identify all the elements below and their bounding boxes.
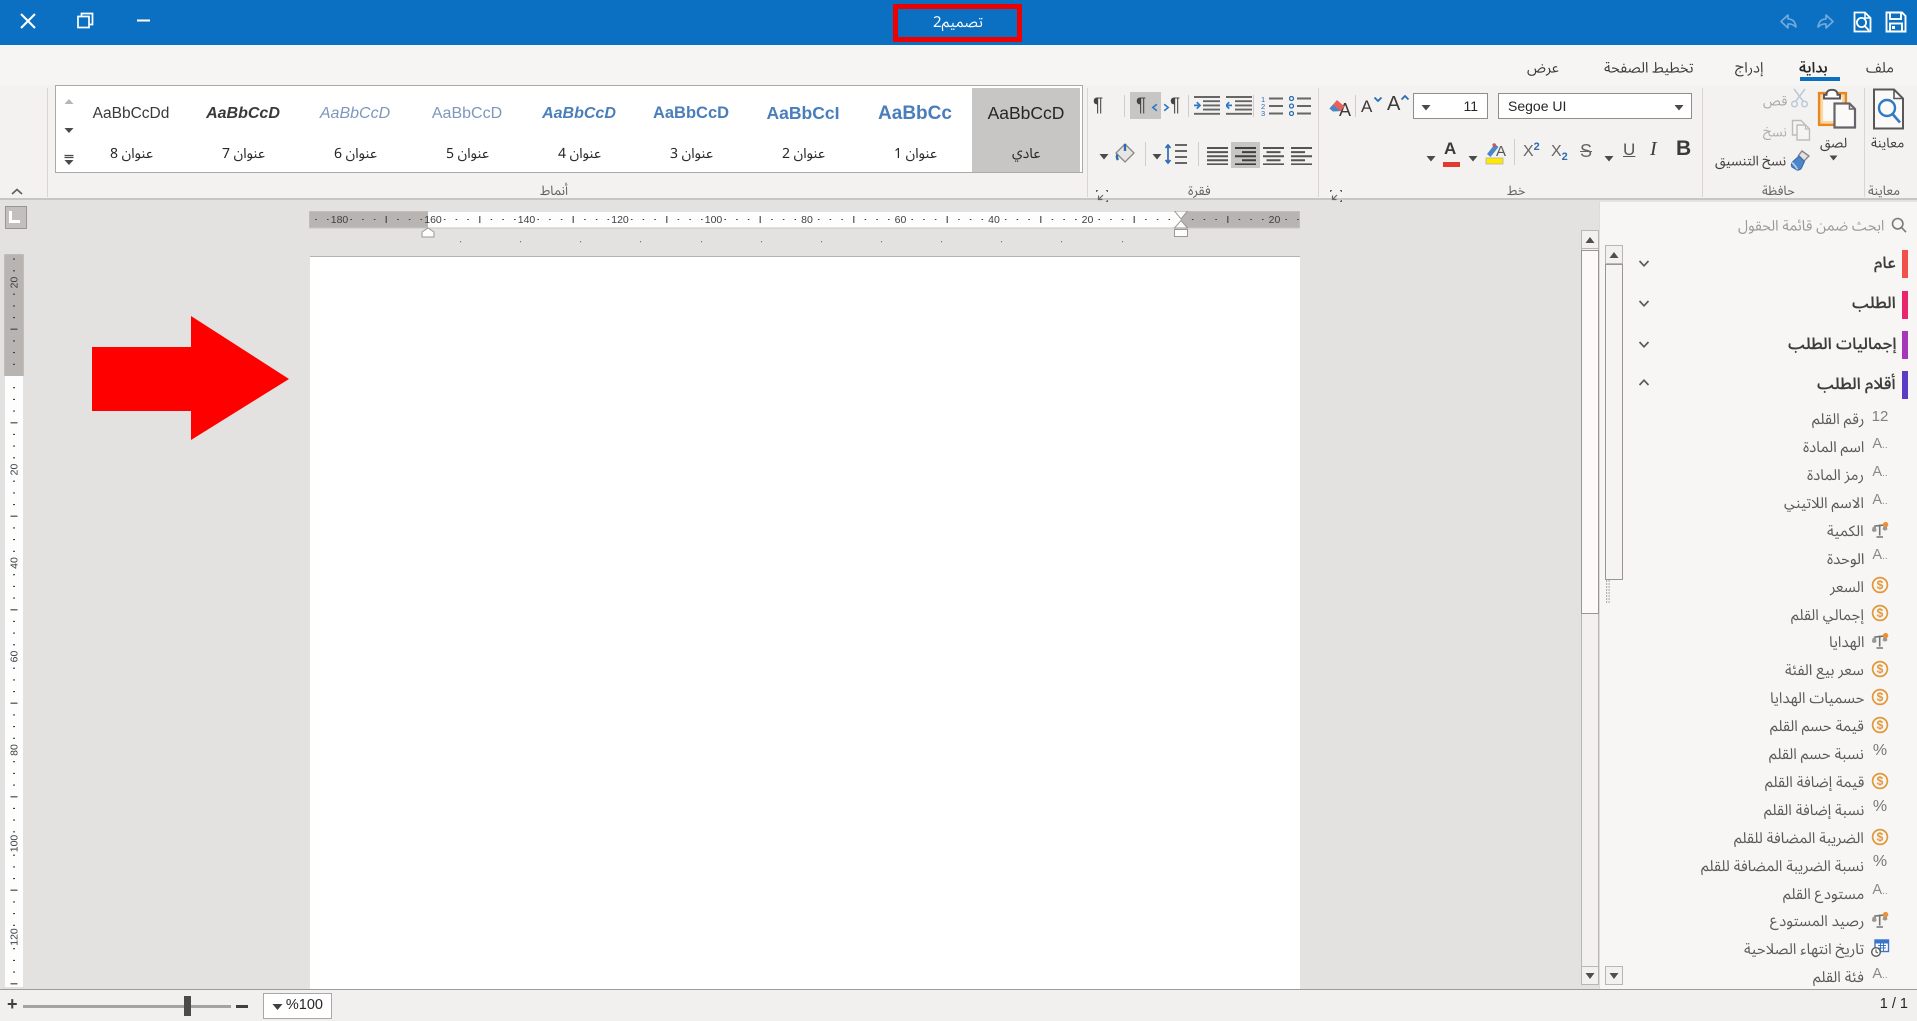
svg-text:$: $ [1877, 774, 1884, 788]
svg-text:180: 180 [331, 214, 349, 226]
svg-text:80: 80 [801, 214, 813, 226]
svg-text:3: 3 [1261, 109, 1265, 116]
svg-text:120: 120 [9, 928, 21, 946]
svg-text:$: $ [1877, 690, 1884, 704]
svg-text:$: $ [1877, 718, 1884, 732]
svg-text:20: 20 [9, 277, 21, 289]
svg-text:A: A [1496, 143, 1506, 160]
svg-text:60: 60 [9, 651, 21, 663]
svg-text:$: $ [1877, 606, 1884, 620]
svg-text:$: $ [1877, 578, 1884, 592]
svg-text:20: 20 [1082, 214, 1094, 226]
svg-text:$: $ [1877, 662, 1884, 676]
svg-text:80: 80 [9, 744, 21, 756]
svg-text:40: 40 [988, 214, 1000, 226]
svg-text:140: 140 [518, 214, 536, 226]
svg-text:120: 120 [611, 214, 629, 226]
svg-text:20: 20 [1269, 214, 1281, 226]
svg-text:160: 160 [424, 214, 442, 226]
svg-text:60: 60 [895, 214, 907, 226]
svg-text:$: $ [1877, 830, 1884, 844]
svg-text:20: 20 [9, 464, 21, 476]
svg-text:40: 40 [9, 557, 21, 569]
svg-text:100: 100 [9, 835, 21, 853]
svg-text:100: 100 [705, 214, 723, 226]
